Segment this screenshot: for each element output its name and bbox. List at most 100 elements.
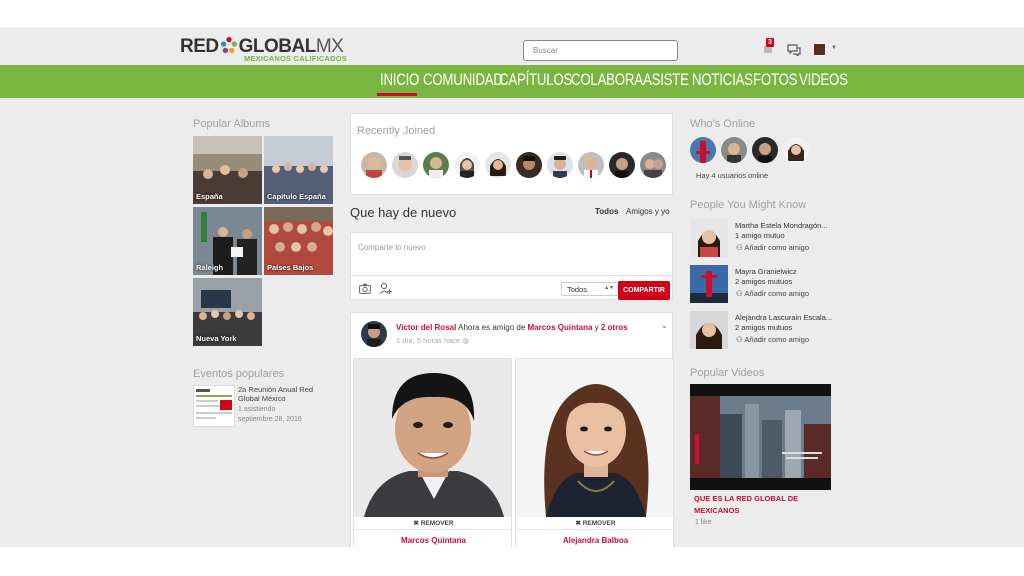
tag-user-icon[interactable] (379, 282, 392, 295)
pymk-name-link[interactable]: Alejandra Lascurain Escala... (735, 313, 832, 322)
member-avatar[interactable] (454, 152, 480, 178)
event-flyer (194, 386, 234, 426)
nav-item-asiste[interactable]: ASISTE (643, 70, 689, 90)
top-bar: RED GLOBALMX MEXICANOS CALIFICADOS Busca… (0, 27, 1024, 65)
post-action-text: Ahora es amigo de (458, 323, 526, 332)
post-others-link[interactable]: 2 otros (601, 323, 628, 332)
member-avatar[interactable] (392, 152, 418, 178)
globe-icon: ◍ (462, 336, 469, 345)
recently-joined-list (361, 152, 666, 178)
people-you-might-know-title: People You Might Know (690, 199, 807, 211)
pymk-name-link[interactable]: Mayra Granielwicz (735, 267, 797, 276)
album-label: Raleigh (196, 263, 224, 272)
album-paises-bajos[interactable]: Países Bajos (264, 207, 333, 275)
member-avatar[interactable] (485, 152, 511, 178)
member-avatar[interactable] (640, 152, 666, 178)
pymk-item: Mayra Granielwicz 2 amigos mutuos ⚇ Añad… (690, 265, 835, 305)
online-user-avatar[interactable] (721, 137, 747, 163)
popular-videos-title: Popular Videos (690, 367, 765, 379)
logo-star-icon (220, 36, 237, 54)
site-logo[interactable]: RED GLOBALMX MEXICANOS CALIFICADOS (180, 36, 347, 64)
chat-icon[interactable] (787, 44, 801, 56)
nav-item-comunidad[interactable]: COMUNIDAD (423, 70, 503, 90)
album-raleigh[interactable]: Raleigh (193, 207, 262, 275)
add-friend-label: Añadir como amigo (744, 289, 810, 298)
event-name-link[interactable]: 2a Reunión Anual Red Global México (238, 385, 323, 403)
recently-joined-card: Recently Joined (350, 113, 673, 195)
album-capitulo-espana[interactable]: Capítulo España (264, 136, 333, 204)
nav-item-noticias[interactable]: NOTICIAS (692, 70, 753, 90)
logo-red-text: RED (180, 36, 219, 57)
post-author-link[interactable]: Victor del Rosal (396, 323, 456, 332)
member-avatar[interactable] (423, 152, 449, 178)
add-friend-button[interactable]: ⚇ Añadir como amigo (736, 335, 809, 344)
album-label: España (196, 192, 223, 201)
remove-label: REMOVER (582, 520, 616, 527)
member-avatar[interactable] (578, 152, 604, 178)
post-composer: Comparte lo nuevo Todos ▲▼ COMPARTIR (350, 232, 673, 300)
chevron-updown-icon: ▲▼ (604, 285, 614, 291)
friend-card: ✖ REMOVER Marcos Quintana (353, 358, 512, 547)
album-nueva-york[interactable]: Nueva York (193, 278, 262, 346)
camera-icon[interactable] (359, 283, 371, 294)
page: RED GLOBALMX MEXICANOS CALIFICADOS Busca… (0, 27, 1024, 547)
online-user-avatar[interactable] (690, 137, 716, 163)
share-button[interactable]: COMPARTIR (618, 281, 670, 300)
event-thumbnail[interactable] (193, 385, 235, 427)
event-attending: 1 asistiendo (238, 406, 276, 413)
notification-badge: 3 (766, 38, 774, 47)
album-espana[interactable]: España (193, 136, 262, 204)
pymk-name-link[interactable]: Martha Estela Mondragón... (735, 221, 828, 230)
post-menu-chevron-icon[interactable]: ⌄ (661, 321, 668, 330)
friend-name-link[interactable]: Alejandra Balboa (516, 536, 673, 545)
add-friend-label: Añadir como amigo (744, 243, 810, 252)
post-conjunction: y (594, 323, 599, 332)
nav-active-indicator (377, 93, 417, 96)
online-users-list (690, 137, 809, 163)
post-target-link[interactable]: Marcos Quintana (528, 323, 593, 332)
member-avatar[interactable] (516, 152, 542, 178)
nav-item-capitulos[interactable]: CAPÍTULOS (499, 70, 572, 90)
remove-friend-button[interactable]: ✖ REMOVER (354, 517, 511, 530)
activity-post: Victor del Rosal Ahora es amigo de Marco… (350, 312, 674, 547)
friend-photo[interactable] (516, 359, 673, 517)
online-user-avatar[interactable] (783, 137, 809, 163)
member-avatar[interactable] (547, 152, 573, 178)
search-input[interactable]: Buscar (523, 40, 678, 61)
user-avatar[interactable] (813, 43, 826, 56)
online-count-text: Hay 4 usuarios online (696, 171, 769, 180)
activity-feed-title: Que hay de nuevo (350, 205, 457, 220)
nav-item-inicio[interactable]: INICIO (380, 70, 419, 90)
member-avatar[interactable] (361, 152, 387, 178)
friend-name-link[interactable]: Marcos Quintana (354, 536, 511, 545)
friend-photo[interactable] (354, 359, 511, 517)
remove-friend-button[interactable]: ✖ REMOVER (516, 517, 673, 530)
filter-all-tab[interactable]: Todos (595, 207, 618, 216)
nav-item-fotos[interactable]: FOTOS (753, 70, 797, 90)
add-friend-button[interactable]: ⚇ Añadir como amigo (736, 243, 809, 252)
post-headline: Victor del Rosal Ahora es amigo de Marco… (396, 323, 628, 332)
video-thumbnail[interactable] (690, 384, 831, 490)
privacy-select[interactable]: Todos ▲▼ (561, 282, 619, 296)
pymk-photo[interactable] (690, 311, 728, 349)
add-friend-button[interactable]: ⚇ Añadir como amigo (736, 289, 809, 298)
pymk-mutual-friends: 1 amigo mutuo (735, 231, 785, 240)
member-avatar[interactable] (609, 152, 635, 178)
post-timestamp: 1 día, 5 horas hace ◍ (396, 336, 469, 345)
chevron-down-icon[interactable]: ▼ (831, 45, 837, 51)
popular-events-title: Eventos populares (193, 368, 285, 380)
nav-item-colabora[interactable]: COLABORA (571, 70, 643, 90)
post-time-text: 1 día, 5 horas hace (396, 336, 461, 345)
filter-friends-tab[interactable]: Amigos y yo (626, 207, 670, 216)
add-user-icon: ⚇ (736, 289, 743, 298)
pymk-photo[interactable] (690, 265, 728, 303)
logo-tagline: MEXICANOS CALIFICADOS (244, 54, 347, 63)
online-user-avatar[interactable] (752, 137, 778, 163)
composer-textarea[interactable]: Comparte lo nuevo (358, 243, 426, 252)
nav-item-videos[interactable]: VIDEOS (799, 70, 848, 90)
pymk-mutual-friends: 2 amigos mutuos (735, 277, 793, 286)
pymk-photo[interactable] (690, 219, 728, 257)
remove-label: REMOVER (420, 520, 454, 527)
video-title-link[interactable]: QUE ES LA RED GLOBAL DE MEXICANOS (694, 493, 824, 517)
post-author-avatar[interactable] (361, 321, 387, 347)
